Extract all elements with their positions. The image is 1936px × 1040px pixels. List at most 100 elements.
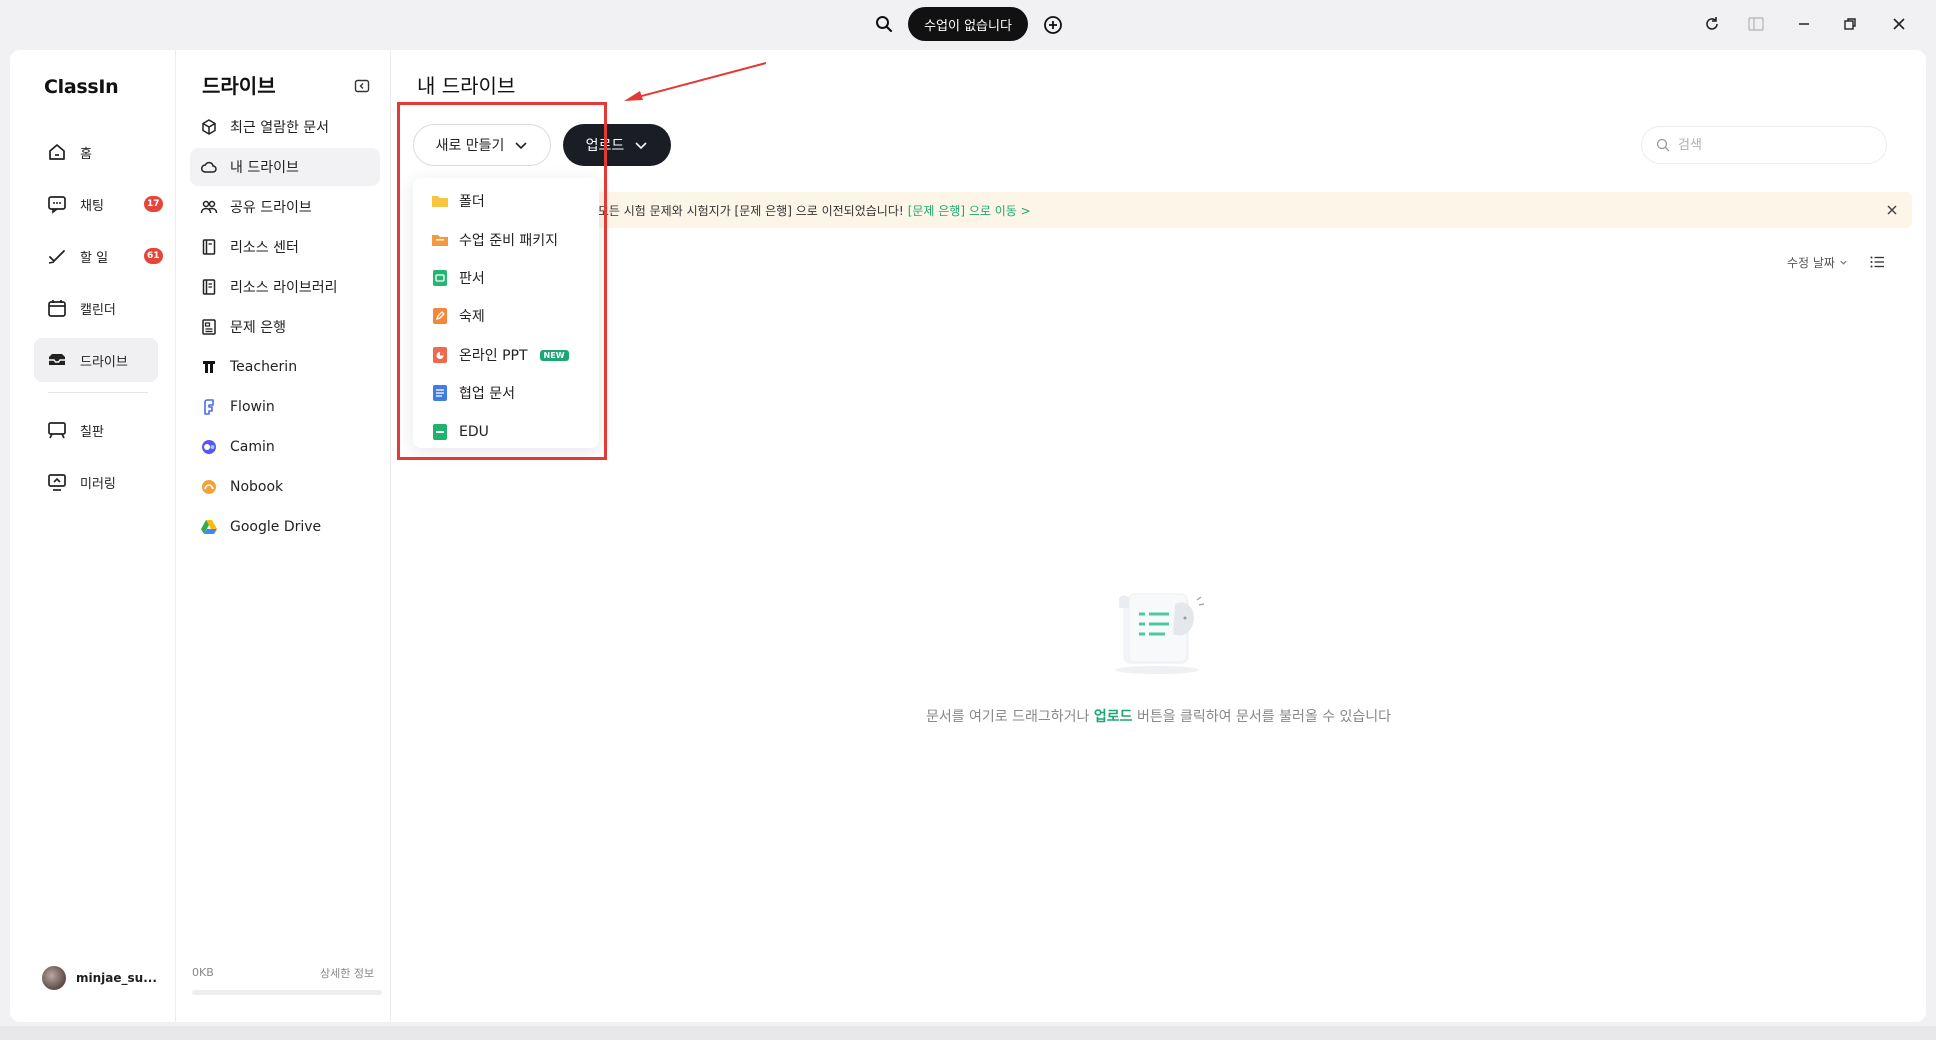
blackboard-icon	[48, 422, 66, 439]
cloud-icon	[200, 161, 217, 173]
drive-item-label: 최근 열람한 문서	[230, 120, 330, 136]
storage-detail-link[interactable]: 상세한 정보	[320, 965, 374, 981]
empty-upload-link[interactable]: 업로드	[1094, 709, 1133, 725]
question-bank-icon	[202, 319, 216, 335]
nav-item-label: 미러링	[80, 476, 116, 492]
drive-item-label: Flowin	[230, 399, 275, 415]
drive-item-flowin[interactable]: Flowin	[190, 388, 380, 426]
notice-text: 는 모든 시험 문제와 시험지가 [문제 은행] 으로 이전되었습니다!	[583, 203, 904, 218]
drive-item-question-bank[interactable]: 문제 은행	[190, 308, 380, 346]
notice-link[interactable]: [문제 은행] 으로 이동 >	[908, 202, 1031, 219]
chat-icon	[48, 196, 66, 214]
search-icon	[1656, 138, 1670, 152]
camin-icon	[202, 440, 216, 454]
nav-item-calendar[interactable]: 캘린더	[34, 286, 158, 330]
nobook-icon	[202, 480, 216, 494]
page-title: 내 드라이브	[417, 74, 516, 98]
drive-item-shared[interactable]: 공유 드라이브	[190, 188, 380, 226]
drive-item-teacherin[interactable]: Teacherin	[190, 348, 380, 386]
nav-item-todo[interactable]: 할 일 61	[34, 234, 163, 278]
sort-label: 수정 날짜	[1787, 256, 1835, 270]
main-content: 내 드라이브 새로 만들기 업로드 는 모든 시험 문제와 시험지가 [문제 은…	[391, 50, 1926, 1022]
app-logo: ClassIn	[44, 76, 119, 98]
empty-state-text: 문서를 여기로 드래그하거나 업로드 버튼을 클릭하여 문서를 불러올 수 있습…	[391, 706, 1926, 726]
class-status-pill[interactable]: 수업이 없습니다	[908, 7, 1028, 41]
restore-icon[interactable]	[1840, 14, 1860, 34]
notice-banner: 는 모든 시험 문제와 시험지가 [문제 은행] 으로 이전되었습니다! [문제…	[413, 192, 1912, 228]
username: minjae_su...	[76, 971, 157, 985]
chevron-down-icon	[635, 142, 647, 150]
refresh-icon[interactable]	[1702, 14, 1722, 34]
sidebar-toggle-icon[interactable]	[1746, 14, 1766, 34]
drive-item-label: 리소스 센터	[230, 240, 299, 256]
collapse-panel-icon[interactable]	[354, 78, 370, 94]
drive-item-resource-center[interactable]: 리소스 센터	[190, 228, 380, 266]
drive-item-label: Teacherin	[230, 359, 298, 375]
annotation-arrow-icon	[624, 62, 767, 101]
empty-text-prefix: 문서를 여기로 드래그하거나	[925, 709, 1094, 725]
taskbar-strip	[0, 1026, 1936, 1040]
drive-item-label: 문제 은행	[230, 320, 286, 336]
drive-item-recent[interactable]: 최근 열람한 문서	[190, 108, 380, 146]
empty-document-illustration-icon	[1115, 593, 1205, 674]
nav-item-blackboard[interactable]: 칠판	[34, 408, 158, 452]
search-icon[interactable]	[874, 14, 894, 34]
nav-item-label: 할 일	[80, 250, 109, 266]
nav-divider	[48, 392, 148, 393]
storage-used: 0KB	[192, 966, 214, 979]
users-icon	[200, 200, 218, 214]
drive-item-label: Google Drive	[230, 519, 322, 535]
minimize-icon[interactable]	[1794, 14, 1814, 34]
drive-panel-title: 드라이브	[202, 74, 276, 98]
annotation-highlight-box	[397, 102, 607, 460]
close-window-icon[interactable]	[1889, 14, 1909, 34]
add-circle-icon[interactable]	[1042, 14, 1064, 36]
sort-dropdown[interactable]: 수정 날짜	[1787, 254, 1848, 271]
nav-item-mirroring[interactable]: 미러링	[34, 460, 158, 504]
nav-item-label: 채팅	[80, 198, 104, 214]
app-window: ClassIn 홈 채팅 17 할 일 61 캘린더 드라이브 칠판 미러링 m…	[10, 50, 1926, 1022]
nav-item-drive[interactable]: 드라이브	[34, 338, 158, 382]
mirroring-icon	[48, 474, 66, 491]
chevron-down-icon	[1840, 260, 1847, 265]
calendar-icon	[48, 300, 66, 317]
drive-item-label: 리소스 라이브러리	[230, 280, 338, 296]
cube-icon	[202, 119, 216, 135]
check-pen-icon	[48, 250, 65, 264]
user-profile[interactable]: minjae_su...	[42, 966, 157, 990]
list-view-icon[interactable]	[1869, 254, 1885, 270]
drive-item-label: Camin	[230, 439, 275, 455]
book-icon	[202, 239, 216, 255]
drive-item-label: 공유 드라이브	[230, 200, 312, 216]
close-icon[interactable]	[1884, 202, 1900, 218]
nav-item-chat[interactable]: 채팅 17	[34, 182, 163, 226]
flowin-icon	[204, 399, 214, 415]
search-input[interactable]	[1678, 137, 1868, 153]
avatar	[42, 966, 66, 990]
drive-item-camin[interactable]: Camin	[190, 428, 380, 466]
nav-item-home[interactable]: 홈	[34, 130, 158, 174]
nav-item-label: 드라이브	[80, 354, 128, 370]
teacherin-icon	[203, 361, 215, 373]
nav-item-label: 칠판	[80, 424, 104, 440]
home-icon	[49, 144, 65, 160]
nav-item-label: 캘린더	[80, 302, 116, 318]
todo-badge: 61	[144, 248, 163, 264]
drive-panel: 드라이브 최근 열람한 문서 내 드라이브 공유 드라이브 리소스 센터 리소스…	[176, 50, 391, 1022]
drive-item-label: Nobook	[230, 479, 284, 495]
empty-text-suffix: 버튼을 클릭하여 문서를 불러올 수 있습니다	[1132, 709, 1392, 725]
library-icon	[202, 279, 216, 295]
drive-item-label: 내 드라이브	[230, 160, 299, 176]
storage-progress-bar	[192, 990, 382, 995]
drive-icon	[49, 354, 65, 365]
google-drive-icon	[201, 520, 217, 534]
nav-item-label: 홈	[80, 146, 92, 162]
drive-item-resource-library[interactable]: 리소스 라이브러리	[190, 268, 380, 306]
search-field[interactable]	[1641, 126, 1887, 164]
drive-item-my-drive[interactable]: 내 드라이브	[190, 148, 380, 186]
window-top-bar: 수업이 없습니다	[0, 0, 1936, 48]
main-nav: ClassIn 홈 채팅 17 할 일 61 캘린더 드라이브 칠판 미러링 m…	[10, 50, 176, 1022]
drive-item-google-drive[interactable]: Google Drive	[190, 508, 380, 546]
drive-item-nobook[interactable]: Nobook	[190, 468, 380, 506]
unread-badge: 17	[144, 196, 163, 212]
